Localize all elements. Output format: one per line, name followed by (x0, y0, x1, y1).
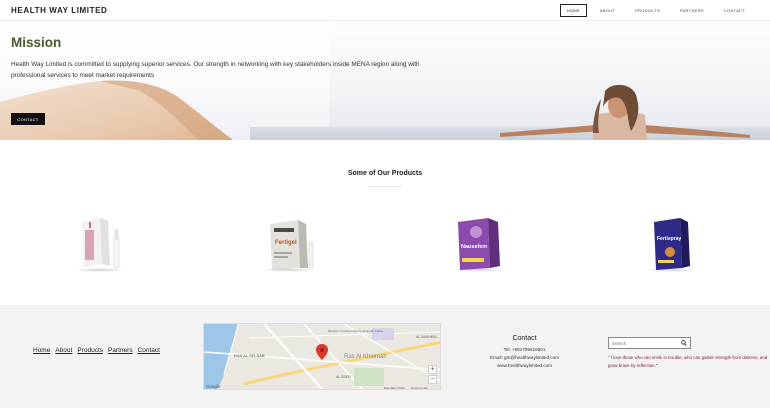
search-icon[interactable] (681, 340, 687, 346)
hero-contact-button[interactable]: CONTACT (11, 113, 45, 125)
product-pink-box[interactable] (68, 212, 130, 274)
product-fertispray[interactable]: Fertispray (640, 212, 702, 274)
nausefem-box-label: Nausefem (461, 244, 487, 250)
nav-partners[interactable]: PARTNERS (673, 4, 711, 17)
map-zoom-out-button[interactable]: − (428, 375, 437, 384)
contact-phone: Tel: +962795619601 (503, 347, 546, 352)
main-nav: HOME ABOUT PRODUCTS PARTNERS CONTACT (559, 3, 752, 17)
hero-description: Health Way Limited is committed to suppl… (11, 60, 451, 81)
hero-description-line-1: Health Way Limited is committed to suppl… (11, 61, 420, 68)
location-map[interactable]: RAS AL SELAAB Ministry of Interior Ras A… (203, 323, 441, 390)
product-shadow (452, 268, 506, 272)
google-logo: Google (206, 384, 221, 389)
nav-about[interactable]: ABOUT (593, 4, 622, 17)
product-shadow (262, 268, 316, 272)
fertispray-box-image: Fertispray (654, 218, 690, 270)
fertispray-box-label: Fertispray (657, 236, 681, 242)
search-input[interactable] (612, 340, 677, 346)
map-label-ministry: Ministry of Interior Ras Al Khaimah Poli… (328, 329, 383, 333)
map-data-credit: Map data ©2022 (384, 386, 405, 390)
fertigel-box-label: Fertigel (275, 240, 297, 246)
footer-contact-block: Contact Tel: +962795619601 Email: gm@hea… (482, 335, 567, 370)
product-fertigel[interactable]: Fertigel (258, 212, 320, 274)
fertigel-box-image: Fertigel (270, 220, 314, 270)
footer-link-products[interactable]: Products (77, 347, 103, 354)
nav-contact[interactable]: CONTACT (717, 4, 752, 17)
nav-products[interactable]: PRODUCTS (628, 4, 667, 17)
map-terms-link[interactable]: Terms of Use (411, 386, 428, 390)
footer-search-box (608, 337, 691, 349)
site-header: HEALTH WAY LIMITED HOME ABOUT PRODUCTS P… (0, 0, 770, 21)
contact-website[interactable]: www.healthwaylimited.com (482, 362, 567, 370)
map-canvas: RAS AL SELAAB Ministry of Interior Ras A… (204, 324, 440, 390)
map-label-ras-al-khaimah: Ras Al Khaimah (344, 354, 387, 360)
product-shadow (644, 268, 698, 272)
map-label-ras-al-selaab: RAS AL SELAAB (234, 353, 265, 358)
hero-description-line-2: professional services to meet market req… (11, 71, 155, 79)
map-zoom-in-button[interactable]: + (428, 365, 437, 374)
product-shadow (72, 268, 126, 272)
footer-nav: Home About Products Partners Contact (33, 347, 160, 354)
contact-title: Contact (512, 335, 537, 342)
map-label-al-seer: AL SEER (336, 375, 351, 379)
pink-box-image (82, 218, 120, 269)
products-heading: Some of Our Products (347, 170, 423, 177)
products-divider (368, 186, 402, 187)
site-logo-text[interactable]: HEALTH WAY LIMITED (11, 6, 107, 15)
product-nausefem[interactable]: Nausefem (448, 212, 510, 274)
hero-title: Mission (11, 35, 62, 50)
nav-home[interactable]: HOME (559, 3, 587, 17)
footer-quote: " I love those who can smile in trouble,… (608, 355, 768, 368)
footer-link-partners[interactable]: Partners (108, 347, 133, 354)
footer-link-contact[interactable]: Contact (138, 347, 160, 354)
contact-email[interactable]: Email: gm@healthwaylimited.com (482, 354, 567, 362)
hero-banner: Mission Health Way Limited is committed … (0, 21, 770, 140)
hero-woman-image (500, 84, 750, 140)
footer-link-home[interactable]: Home (33, 347, 50, 354)
map-label-al-nakheel: AL NAKHEEL (416, 335, 438, 339)
footer-link-about[interactable]: About (55, 347, 72, 354)
nausefem-box-image: Nausefem (458, 218, 500, 270)
hero-sand-dune (0, 80, 233, 140)
